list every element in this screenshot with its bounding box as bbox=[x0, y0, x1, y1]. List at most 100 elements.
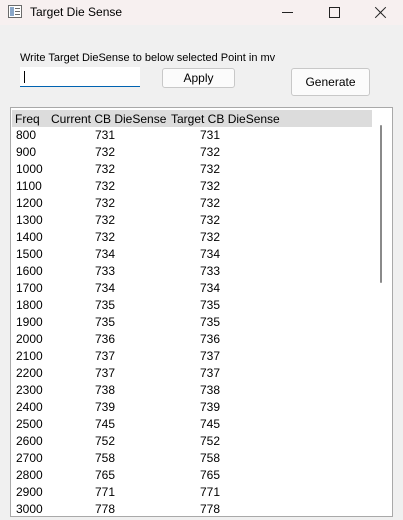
table-row[interactable]: 1100 732 732 bbox=[12, 178, 372, 195]
current-diesense-cell: 735 bbox=[94, 315, 116, 329]
current-diesense-cell: 745 bbox=[94, 417, 116, 431]
freq-cell: 1300 bbox=[16, 213, 43, 227]
freq-cell: 800 bbox=[16, 128, 37, 142]
table-row[interactable]: 2500 745 745 bbox=[12, 416, 372, 433]
freq-cell: 2800 bbox=[16, 468, 43, 482]
current-diesense-cell: 771 bbox=[94, 485, 116, 499]
table-row[interactable]: 2800 765 765 bbox=[12, 467, 372, 484]
header-target-cb-diesense[interactable]: Target CB DieSense bbox=[171, 112, 280, 126]
table-row[interactable]: 1200 732 732 bbox=[12, 195, 372, 212]
current-diesense-cell: 732 bbox=[94, 213, 116, 227]
current-diesense-cell: 737 bbox=[94, 349, 116, 363]
diesense-table: Freq Current CB DieSense Target CB DieSe… bbox=[10, 107, 393, 517]
maximize-icon bbox=[328, 7, 340, 18]
freq-cell: 2900 bbox=[16, 485, 43, 499]
current-diesense-cell: 732 bbox=[94, 162, 116, 176]
target-diesense-cell[interactable]: 732 bbox=[160, 145, 260, 159]
current-diesense-cell: 736 bbox=[94, 332, 116, 346]
target-diesense-cell[interactable]: 732 bbox=[160, 162, 260, 176]
table-row[interactable]: 2300 738 738 bbox=[12, 382, 372, 399]
current-diesense-cell: 733 bbox=[94, 264, 116, 278]
current-diesense-cell: 734 bbox=[94, 281, 116, 295]
target-diesense-cell[interactable]: 778 bbox=[160, 502, 260, 516]
target-diesense-cell[interactable]: 738 bbox=[160, 383, 260, 397]
table-row[interactable]: 1500 734 734 bbox=[12, 246, 372, 263]
freq-cell: 1100 bbox=[16, 179, 42, 193]
apply-button[interactable]: Apply bbox=[162, 68, 235, 88]
vertical-scrollbar[interactable] bbox=[380, 125, 382, 283]
current-diesense-cell: 732 bbox=[94, 145, 116, 159]
table-row[interactable]: 2900 771 771 bbox=[12, 484, 372, 501]
table-row[interactable]: 1000 732 732 bbox=[12, 161, 372, 178]
target-diesense-cell[interactable]: 732 bbox=[160, 196, 260, 210]
target-diesense-cell[interactable]: 736 bbox=[160, 332, 260, 346]
table-row[interactable]: 2400 739 739 bbox=[12, 399, 372, 416]
instruction-label: Write Target DieSense to below selected … bbox=[20, 52, 276, 64]
table-row[interactable]: 2100 737 737 bbox=[12, 348, 372, 365]
table-row[interactable]: 2700 758 758 bbox=[12, 450, 372, 467]
freq-cell: 2300 bbox=[16, 383, 43, 397]
freq-cell: 2700 bbox=[16, 451, 43, 465]
maximize-button[interactable] bbox=[311, 0, 357, 25]
table-row[interactable]: 1400 732 732 bbox=[12, 229, 372, 246]
freq-cell: 1500 bbox=[16, 247, 43, 261]
minimize-icon bbox=[281, 12, 293, 13]
current-diesense-cell: 732 bbox=[94, 196, 116, 210]
freq-cell: 3000 bbox=[16, 502, 43, 516]
freq-cell: 2000 bbox=[16, 332, 43, 346]
current-diesense-cell: 758 bbox=[94, 451, 116, 465]
freq-cell: 2500 bbox=[16, 417, 43, 431]
target-diesense-cell[interactable]: 758 bbox=[160, 451, 260, 465]
target-diesense-cell[interactable]: 752 bbox=[160, 434, 260, 448]
target-diesense-cell[interactable]: 733 bbox=[160, 264, 260, 278]
freq-cell: 1200 bbox=[16, 196, 43, 210]
target-diesense-cell[interactable]: 765 bbox=[160, 468, 260, 482]
table-row[interactable]: 1600 733 733 bbox=[12, 263, 372, 280]
table-row[interactable]: 2600 752 752 bbox=[12, 433, 372, 450]
current-diesense-cell: 778 bbox=[94, 502, 116, 516]
current-diesense-cell: 739 bbox=[94, 400, 116, 414]
minimize-button[interactable] bbox=[264, 0, 310, 25]
freq-cell: 2600 bbox=[16, 434, 43, 448]
table-row[interactable]: 800 731 731 bbox=[12, 127, 372, 144]
target-diesense-cell[interactable]: 734 bbox=[160, 281, 260, 295]
current-diesense-cell: 765 bbox=[94, 468, 116, 482]
window-title: Target Die Sense bbox=[30, 5, 123, 19]
freq-cell: 1600 bbox=[16, 264, 43, 278]
target-diesense-input[interactable] bbox=[20, 67, 140, 87]
table-row[interactable]: 2200 737 737 bbox=[12, 365, 372, 382]
current-diesense-cell: 734 bbox=[94, 247, 116, 261]
close-button[interactable] bbox=[357, 0, 403, 25]
target-diesense-cell[interactable]: 737 bbox=[160, 366, 260, 380]
target-diesense-cell[interactable]: 732 bbox=[160, 213, 260, 227]
header-current-cb-diesense[interactable]: Current CB DieSense bbox=[51, 112, 166, 126]
target-diesense-cell[interactable]: 731 bbox=[160, 128, 260, 142]
target-diesense-cell[interactable]: 734 bbox=[160, 247, 260, 261]
current-diesense-cell: 752 bbox=[94, 434, 116, 448]
target-diesense-cell[interactable]: 739 bbox=[160, 400, 260, 414]
table-row[interactable]: 1700 734 734 bbox=[12, 280, 372, 297]
title-bar: Target Die Sense bbox=[0, 0, 403, 25]
current-diesense-cell: 732 bbox=[94, 179, 116, 193]
target-diesense-cell[interactable]: 735 bbox=[160, 298, 260, 312]
freq-cell: 1900 bbox=[16, 315, 43, 329]
header-freq[interactable]: Freq bbox=[15, 112, 40, 126]
table-row[interactable]: 900 732 732 bbox=[12, 144, 372, 161]
table-row[interactable]: 1900 735 735 bbox=[12, 314, 372, 331]
freq-cell: 1700 bbox=[16, 281, 43, 295]
target-diesense-cell[interactable]: 771 bbox=[160, 485, 260, 499]
freq-cell: 2100 bbox=[16, 349, 43, 363]
target-diesense-cell[interactable]: 732 bbox=[160, 179, 260, 193]
generate-button[interactable]: Generate bbox=[291, 68, 370, 96]
freq-cell: 900 bbox=[16, 145, 37, 159]
text-caret bbox=[24, 71, 25, 83]
table-row[interactable]: 2000 736 736 bbox=[12, 331, 372, 348]
freq-cell: 1400 bbox=[16, 230, 43, 244]
target-diesense-cell[interactable]: 732 bbox=[160, 230, 260, 244]
target-diesense-cell[interactable]: 735 bbox=[160, 315, 260, 329]
target-diesense-cell[interactable]: 737 bbox=[160, 349, 260, 363]
target-diesense-cell[interactable]: 745 bbox=[160, 417, 260, 431]
table-row[interactable]: 1800 735 735 bbox=[12, 297, 372, 314]
table-row[interactable]: 1300 732 732 bbox=[12, 212, 372, 229]
table-row[interactable]: 3000 778 778 bbox=[12, 501, 372, 516]
